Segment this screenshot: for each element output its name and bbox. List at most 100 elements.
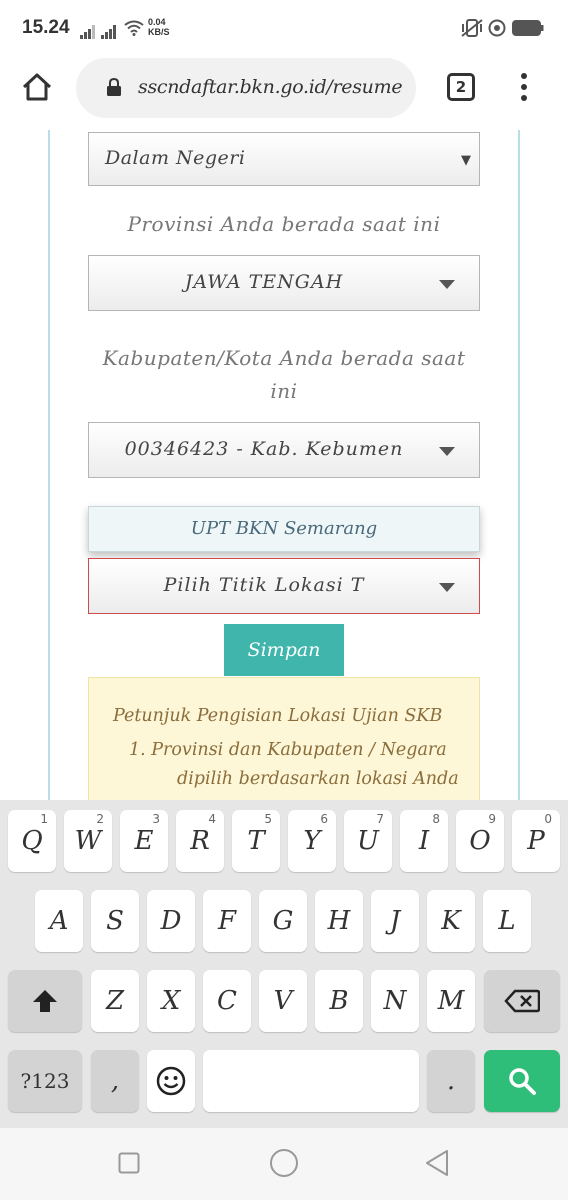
battery-icon (512, 20, 544, 36)
backspace-key[interactable] (484, 970, 560, 1032)
key-label: Y (303, 826, 321, 856)
key-k[interactable]: K (427, 890, 475, 952)
back-triangle-icon[interactable] (424, 1149, 450, 1177)
network-speed: 0.04 KB/S (148, 17, 170, 37)
wifi-icon (124, 20, 144, 36)
key-g[interactable]: G (259, 890, 307, 952)
province-select[interactable]: JAWA TENGAH (88, 255, 480, 311)
key-hint: 7 (376, 812, 384, 826)
key-x[interactable]: X (147, 970, 195, 1032)
key-j[interactable]: J (371, 890, 419, 952)
country-select-value: Dalam Negeri (105, 147, 246, 169)
key-p[interactable]: P0 (512, 810, 560, 872)
key-label: Q (21, 826, 43, 856)
key-hint: 0 (544, 812, 552, 826)
triangle-down-icon: ▼ (461, 153, 471, 168)
menu-dots-icon[interactable] (514, 70, 534, 104)
key-f[interactable]: F (203, 890, 251, 952)
caret-down-icon (439, 280, 455, 289)
key-h[interactable]: H (315, 890, 363, 952)
key-z[interactable]: Z (91, 970, 139, 1032)
home-circle-icon[interactable] (269, 1148, 299, 1178)
emoji-icon (156, 1066, 186, 1096)
space-bar[interactable] (203, 1050, 419, 1112)
recents-icon[interactable] (118, 1152, 140, 1174)
url-text: sscndaftar.bkn.go.id/resume (138, 76, 403, 98)
soft-keyboard: Q 1 W 2 E 3 R 4 T 5 Y 6 U 7 I 8 O 9 P 0 A S D F G H J K L Z X C V B N M ?123… (0, 800, 568, 1128)
instructions-notice: Petunjuk Pengisian Lokasi Ujian SKB 1. P… (88, 677, 480, 800)
search-key[interactable] (484, 1050, 560, 1112)
backspace-icon (504, 989, 541, 1013)
status-bar: 15.24 0.04 KB/S (0, 0, 568, 58)
caret-down-icon (439, 583, 455, 592)
save-button[interactable]: Simpan (224, 624, 344, 676)
key-d[interactable]: D (147, 890, 195, 952)
key-label: W (74, 826, 102, 856)
signal-2-icon (101, 20, 117, 39)
key-label: R (190, 826, 210, 856)
tab-switcher-button[interactable]: 2 (447, 73, 475, 101)
vibrate-icon (461, 19, 483, 37)
key-r[interactable]: R4 (176, 810, 224, 872)
home-icon[interactable] (20, 70, 54, 104)
page-content: Dalam Negeri ▼ Provinsi Anda berada saat… (0, 130, 568, 800)
key-hint: 9 (488, 812, 496, 826)
key-label: P (527, 826, 545, 856)
location-point-select-value: Pilih Titik Lokasi T (163, 574, 365, 596)
key-hint: 5 (264, 812, 272, 826)
key-n[interactable]: N (371, 970, 419, 1032)
city-label: Kabupaten/Kota Anda berada saat ini (102, 346, 466, 403)
key-label: O (469, 826, 491, 856)
key-a[interactable]: A (35, 890, 83, 952)
address-bar[interactable]: sscndaftar.bkn.go.id/resume (76, 58, 416, 118)
province-select-value: JAWA TENGAH (184, 271, 344, 293)
city-select[interactable]: 00346423 - Kab. Kebumen (88, 422, 480, 478)
key-hint: 8 (432, 812, 440, 826)
key-t[interactable]: T5 (232, 810, 280, 872)
network-speed-unit: KB/S (148, 27, 170, 37)
key-v[interactable]: V (259, 970, 307, 1032)
province-label: Provinsi Anda berada saat ini (127, 212, 441, 236)
shift-icon (33, 990, 57, 1012)
key-hint: 4 (208, 812, 216, 826)
key-label: U (357, 826, 379, 856)
browser-toolbar: sscndaftar.bkn.go.id/resume 2 (0, 58, 568, 130)
clock: 15.24 (22, 17, 70, 38)
location-point-select[interactable]: Pilih Titik Lokasi T (88, 558, 480, 614)
period-key[interactable]: . (427, 1050, 475, 1112)
key-q[interactable]: Q1 (8, 810, 56, 872)
data-saver-icon (488, 19, 506, 37)
country-select[interactable]: Dalam Negeri ▼ (88, 132, 480, 186)
key-m[interactable]: M (427, 970, 475, 1032)
key-hint: 3 (152, 812, 160, 826)
key-c[interactable]: C (203, 970, 251, 1032)
key-w[interactable]: W2 (64, 810, 112, 872)
emoji-key[interactable] (147, 1050, 195, 1112)
network-speed-value: 0.04 (148, 17, 166, 27)
key-u[interactable]: U7 (344, 810, 392, 872)
lock-icon (107, 77, 121, 96)
key-i[interactable]: I8 (400, 810, 448, 872)
key-o[interactable]: O9 (456, 810, 504, 872)
key-label: T (247, 826, 265, 856)
search-icon (509, 1068, 536, 1095)
key-l[interactable]: L (483, 890, 531, 952)
key-hint: 6 (320, 812, 328, 826)
notice-item: 1. Provinsi dan Kabupaten / Negara dipil… (129, 740, 459, 800)
system-nav-bar (0, 1128, 568, 1200)
caret-down-icon (439, 447, 455, 456)
city-select-value: 00346423 - Kab. Kebumen (124, 438, 404, 460)
shift-key[interactable] (8, 970, 82, 1032)
comma-key[interactable]: , (91, 1050, 139, 1112)
key-y[interactable]: Y6 (288, 810, 336, 872)
key-label: I (418, 826, 430, 856)
notice-title: Petunjuk Pengisian Lokasi Ujian SKB (113, 706, 443, 726)
key-label: E (134, 826, 154, 856)
key-b[interactable]: B (315, 970, 363, 1032)
dropdown-option-upt[interactable]: UPT BKN Semarang (88, 506, 480, 552)
key-e[interactable]: E3 (120, 810, 168, 872)
symbols-key[interactable]: ?123 (8, 1050, 82, 1112)
signal-1-icon (80, 20, 96, 39)
key-hint: 1 (40, 812, 48, 826)
key-s[interactable]: S (91, 890, 139, 952)
